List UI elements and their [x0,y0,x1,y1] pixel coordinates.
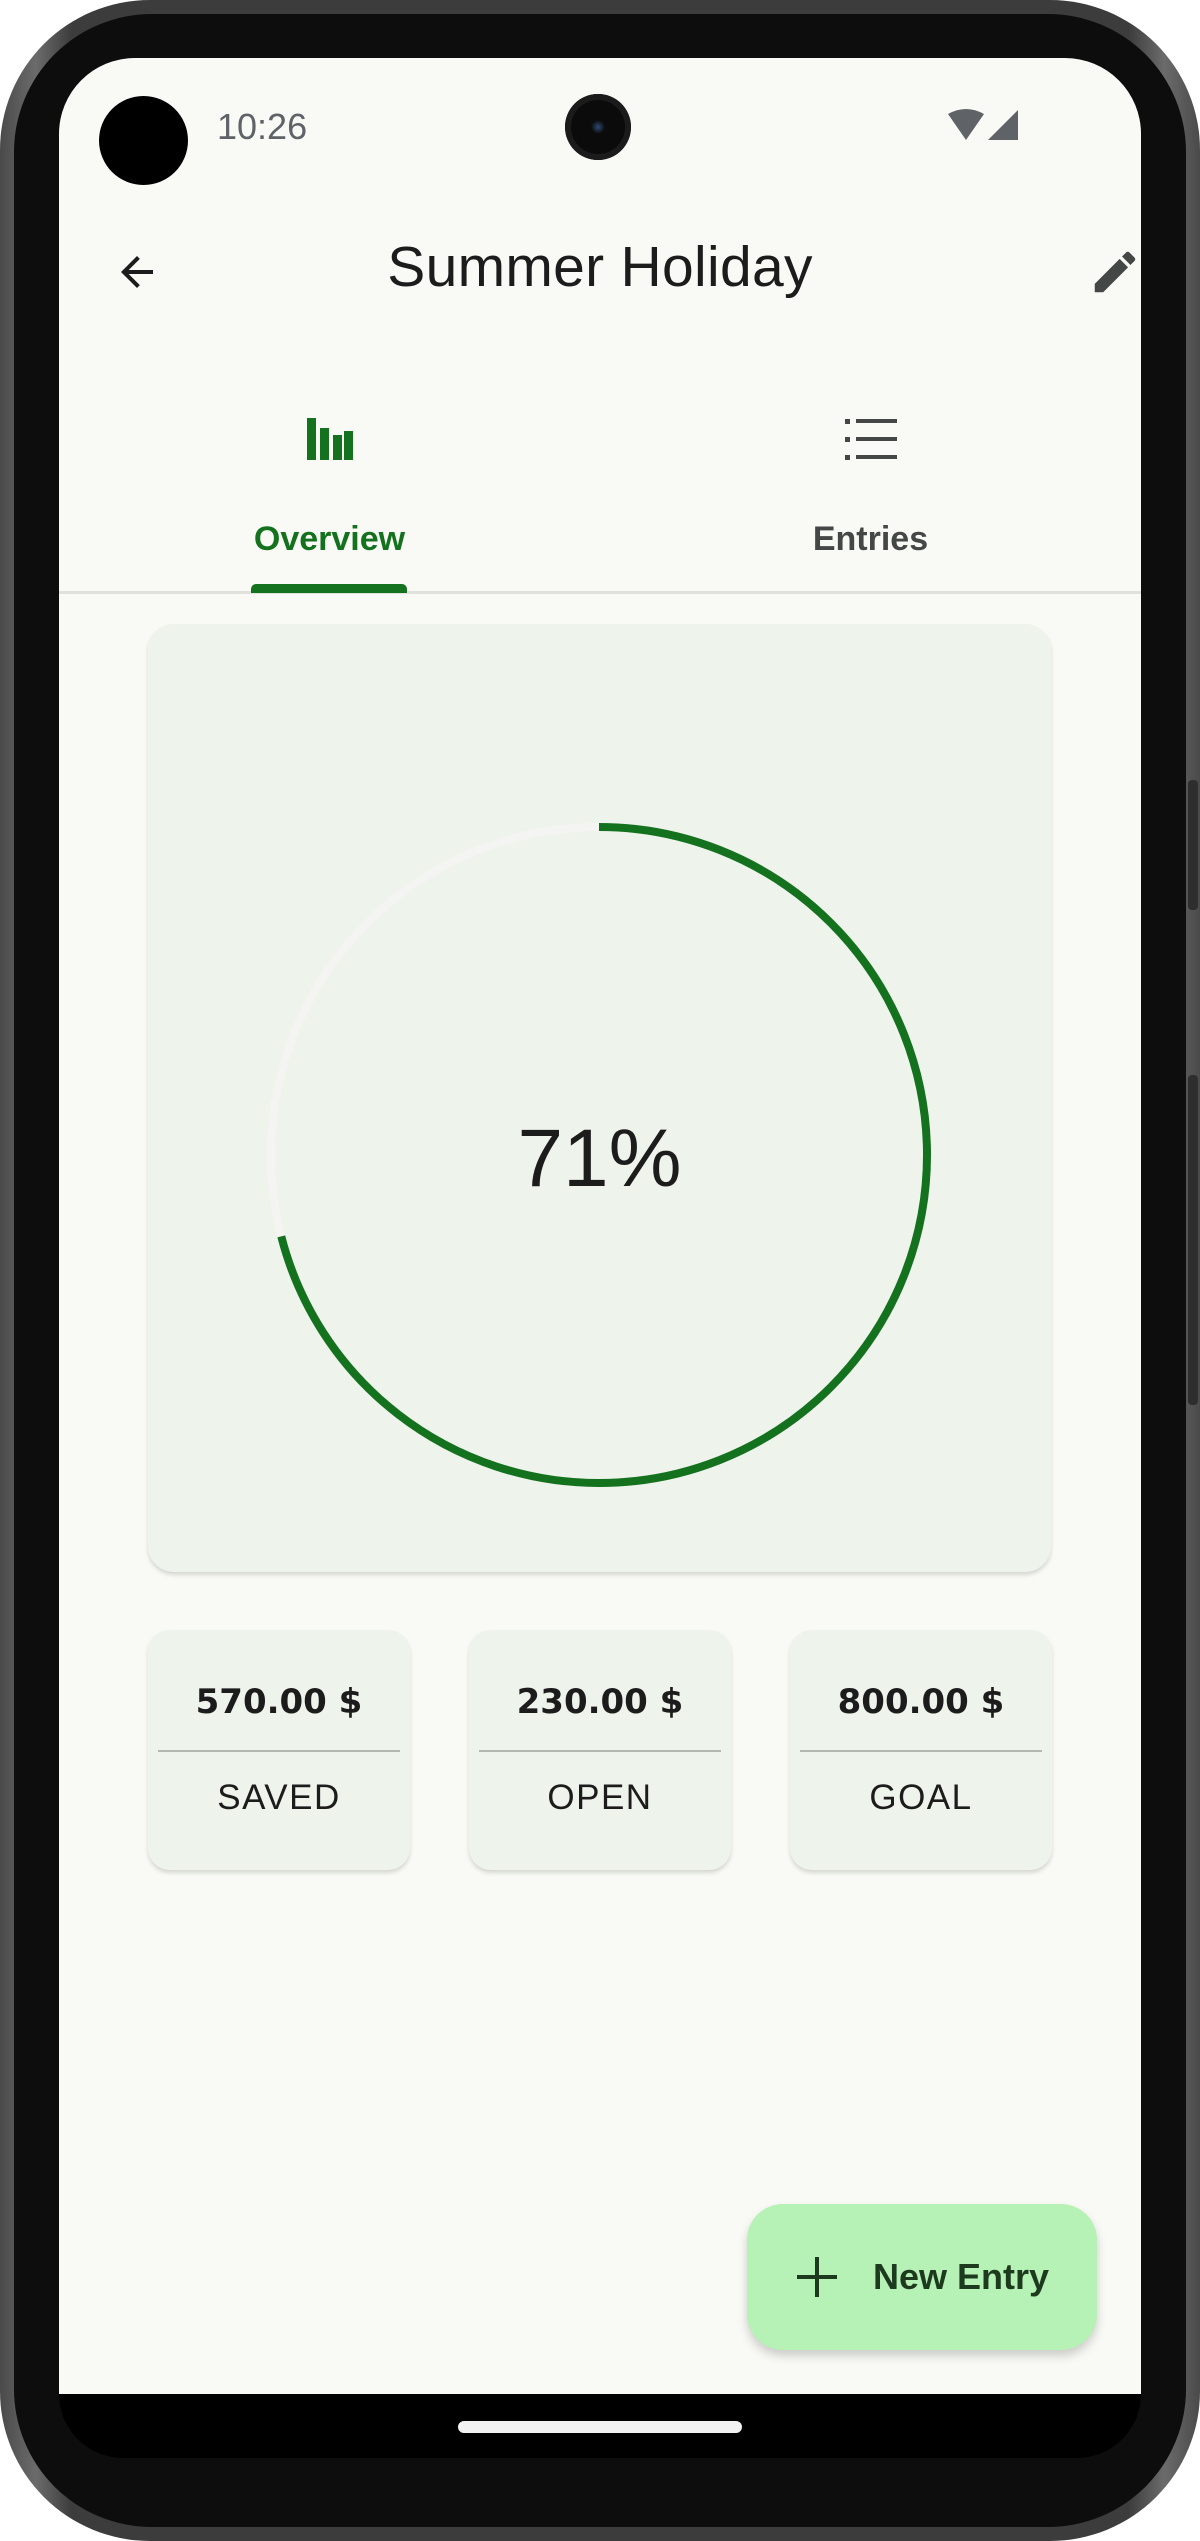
tab-overview-label: Overview [253,520,406,558]
new-entry-button[interactable]: New Entry [747,2204,1097,2350]
system-icons [946,108,1026,148]
stat-label: SAVED [217,1778,341,1817]
tab-entries-label: Entries [812,520,929,558]
progress-percent: 71% [517,1113,682,1204]
home-indicator[interactable] [458,2421,742,2433]
stat-card-goal: 800.00 $ GOAL [790,1630,1052,1870]
pencil-icon [1094,251,1136,293]
list-icon [844,419,897,460]
stat-label: GOAL [869,1778,973,1817]
stat-label: OPEN [547,1778,653,1817]
new-entry-label: New Entry [873,2256,1050,2297]
active-tab-indicator [251,584,407,593]
stat-divider [479,1750,721,1752]
stat-value: 230.00 $ [516,1682,684,1722]
stat-card-open: 230.00 $ OPEN [469,1630,731,1870]
stat-card-saved: 570.00 $ SAVED [148,1630,410,1870]
stat-value: 570.00 $ [195,1682,363,1722]
status-time: 10:26 [217,106,308,147]
stat-divider [158,1750,400,1752]
page-title: Summer Holiday [387,235,813,299]
wifi-icon [948,109,984,140]
stat-value: 800.00 $ [837,1682,1005,1722]
camera-cutout-dot [99,96,188,185]
signal-icon [988,110,1018,140]
tab-entries[interactable]: Entries [600,358,1141,594]
volume-button [1188,1075,1198,1405]
tab-overview[interactable]: Overview [59,358,600,594]
plus-icon [797,2257,837,2297]
edit-button[interactable] [1079,236,1141,308]
front-camera [565,94,631,160]
progress-ring [267,823,931,1487]
screen: 10:26 Summer Holiday Overview Entries 71… [59,58,1141,2394]
phone-frame: 10:26 Summer Holiday Overview Entries 71… [0,0,1200,2541]
power-button [1188,780,1198,910]
stat-divider [800,1750,1042,1752]
bar-chart-icon [306,418,353,460]
tab-bar: Overview Entries [59,358,1141,594]
progress-card: 71% [148,624,1051,1572]
